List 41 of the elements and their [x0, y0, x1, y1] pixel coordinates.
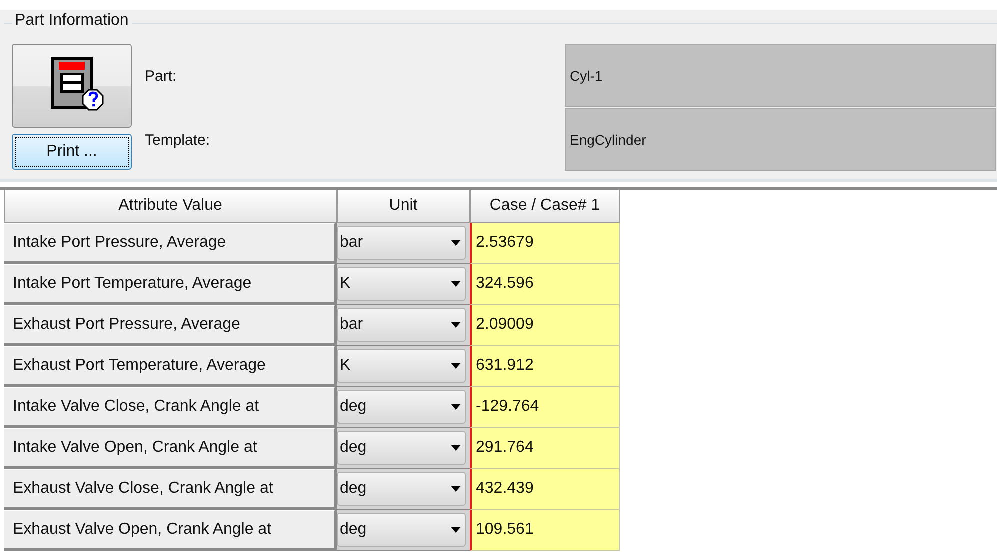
row-header: Intake Port Temperature, Average: [4, 264, 337, 305]
row-header: Exhaust Valve Close, Crank Angle at: [4, 469, 337, 510]
column-header: Case / Case# 1: [470, 190, 620, 223]
column-header: Unit: [337, 190, 470, 223]
unit-dropdown[interactable]: deg: [337, 472, 466, 506]
caret-icon: [451, 486, 461, 492]
row-header: Exhaust Valve Open, Crank Angle at: [4, 510, 337, 551]
print-button[interactable]: Print ...: [12, 134, 132, 170]
field-label: Template:: [145, 130, 210, 150]
value-cell[interactable]: 2.09009: [470, 305, 620, 346]
row-header: Exhaust Port Pressure, Average: [4, 305, 337, 346]
value-cell[interactable]: 324.596: [470, 264, 620, 305]
row-header: Intake Port Pressure, Average: [4, 223, 337, 264]
value-cell[interactable]: 2.53679: [470, 223, 620, 264]
caret-icon: [451, 322, 461, 328]
caret-icon: [451, 240, 461, 246]
field-value: EngCylinder: [565, 108, 996, 171]
value-cell[interactable]: 631.912: [470, 346, 620, 387]
unit-dropdown[interactable]: K: [337, 267, 466, 301]
row-header: Intake Valve Open, Crank Angle at: [4, 428, 337, 469]
unit-dropdown[interactable]: deg: [337, 431, 466, 465]
row-header: Exhaust Port Temperature, Average: [4, 346, 337, 387]
caret-icon: [451, 527, 461, 533]
caret-icon: [451, 404, 461, 410]
part-help-button[interactable]: [12, 44, 132, 128]
unit-dropdown[interactable]: bar: [337, 308, 466, 342]
value-cell[interactable]: 291.764: [470, 428, 620, 469]
caret-icon: [451, 363, 461, 369]
unit-dropdown[interactable]: bar: [337, 226, 466, 260]
unit-dropdown[interactable]: K: [337, 349, 466, 383]
row-header: Intake Valve Close, Crank Angle at: [4, 387, 337, 428]
value-cell[interactable]: 432.439: [470, 469, 620, 510]
caret-icon: [451, 281, 461, 287]
value-cell[interactable]: 109.561: [470, 510, 620, 551]
column-header: Attribute Value: [4, 190, 337, 223]
unit-dropdown[interactable]: deg: [337, 390, 466, 424]
field-value: Cyl-1: [565, 44, 996, 107]
unit-dropdown[interactable]: deg: [337, 513, 466, 547]
value-cell[interactable]: -129.764: [470, 387, 620, 428]
caret-icon: [451, 445, 461, 451]
field-label: Part:: [145, 66, 177, 86]
